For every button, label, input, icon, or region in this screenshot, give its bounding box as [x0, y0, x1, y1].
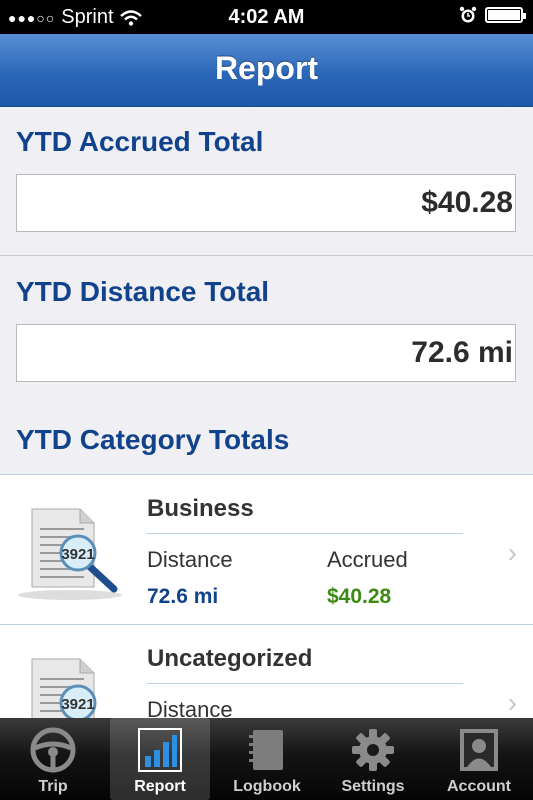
ytd-distance-title: YTD Distance Total [16, 276, 270, 307]
accrued-value: $40.28 [327, 585, 392, 608]
distance-value: 72.6 mi [147, 585, 219, 608]
account-icon [460, 729, 498, 771]
section-divider [0, 255, 533, 256]
thumb-number: 3921 [61, 696, 94, 713]
page-title: Report [214, 50, 319, 86]
alarm-icon [459, 6, 477, 23]
battery-icon [485, 7, 526, 23]
report-magnifier-icon: 3921 [18, 508, 122, 600]
accrued-label: Accrued [327, 547, 408, 572]
status-bar: ●●●○○ Sprint 4:02 AM [0, 0, 533, 34]
category-divider [147, 533, 463, 534]
chevron-right-icon: › [507, 537, 517, 568]
category-divider [147, 683, 463, 684]
tab-trip[interactable]: Trip [0, 718, 106, 800]
ytd-category-title: YTD Category Totals [16, 424, 290, 455]
tab-label: Report [134, 778, 186, 795]
gear-icon [352, 729, 394, 771]
ytd-accrued-value: $40.28 [16, 174, 516, 232]
ytd-distance-value: 72.6 mi [16, 324, 516, 382]
tab-report[interactable]: Report [110, 718, 210, 800]
tab-label: Account [447, 778, 511, 795]
tab-label: Settings [341, 778, 405, 795]
category-name: Business [147, 495, 254, 522]
steering-wheel-icon [30, 727, 76, 773]
ytd-accrued-title: YTD Accrued Total [16, 126, 264, 157]
bar-chart-icon [138, 728, 182, 772]
tab-logbook[interactable]: Logbook [214, 718, 320, 800]
status-right [459, 6, 526, 24]
tab-label: Trip [38, 778, 68, 795]
category-row-business[interactable]: 3921 Business Distance Accrued 72.6 mi $… [0, 474, 533, 625]
tab-label: Logbook [233, 778, 301, 795]
tab-settings[interactable]: Settings [320, 718, 426, 800]
tab-bar: Trip Report Logbook Settings Account [0, 718, 533, 800]
status-time: 4:02 AM [228, 6, 305, 28]
navigation-bar: Report [0, 34, 533, 107]
chevron-right-icon: › [507, 687, 517, 718]
distance-label: Distance [147, 547, 233, 572]
thumb-number: 3921 [61, 546, 94, 563]
logbook-icon [249, 730, 283, 770]
category-name: Uncategorized [147, 645, 313, 672]
tab-account[interactable]: Account [426, 718, 532, 800]
